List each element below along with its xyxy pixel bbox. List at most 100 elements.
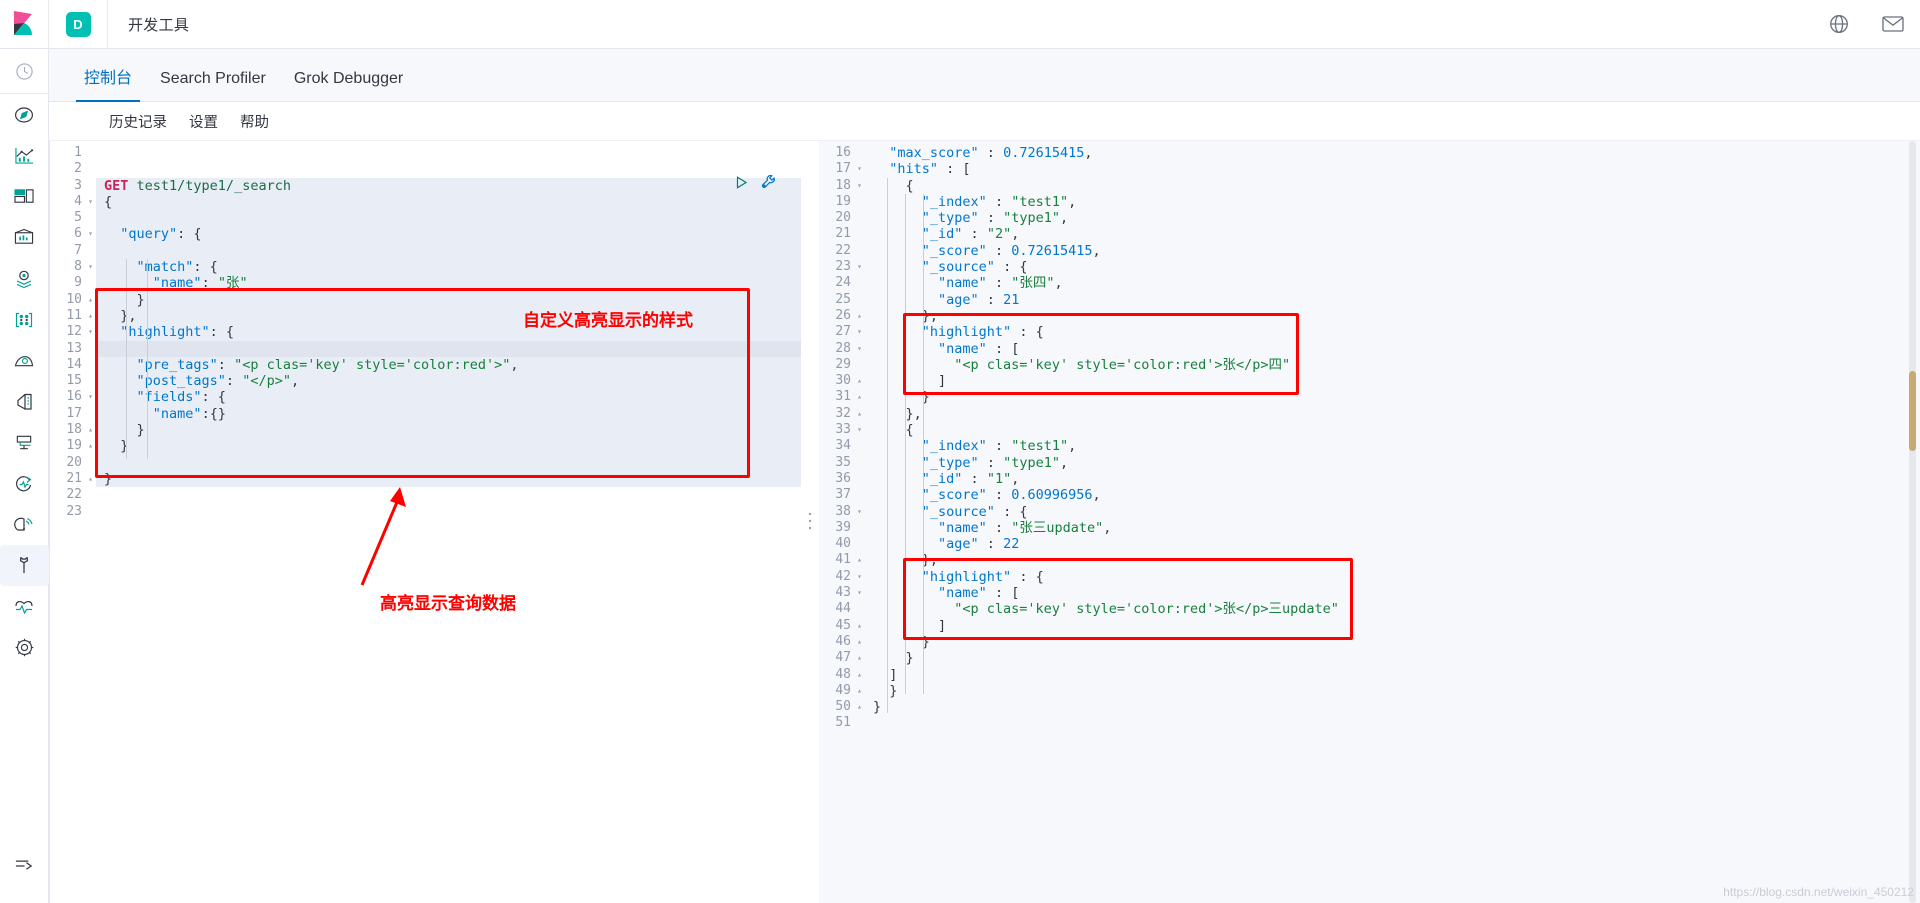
code-line[interactable]: "age" : 22 bbox=[865, 536, 1920, 552]
tab-console[interactable]: 控制台 bbox=[70, 64, 146, 102]
fold-toggle-icon[interactable]: ▾ bbox=[88, 259, 93, 275]
code-line[interactable]: "_id" : "1", bbox=[865, 471, 1920, 487]
fold-toggle-icon[interactable]: ▾ bbox=[857, 422, 862, 438]
sidebar-item-visualize[interactable] bbox=[0, 135, 49, 176]
space-selector[interactable]: D bbox=[49, 0, 108, 49]
code-line[interactable] bbox=[96, 242, 801, 260]
code-line[interactable]: ] bbox=[865, 667, 1920, 683]
kibana-logo-button[interactable] bbox=[0, 0, 49, 49]
fold-toggle-icon[interactable]: ▾ bbox=[857, 504, 862, 520]
code-line[interactable]: ] bbox=[865, 618, 1920, 634]
sidebar-item-discover[interactable] bbox=[0, 94, 49, 135]
code-line[interactable] bbox=[96, 454, 801, 471]
request-code[interactable]: GET test1/type1/_search{ "query": { "mat… bbox=[96, 141, 801, 903]
code-line[interactable] bbox=[96, 504, 801, 520]
subnav-help[interactable]: 帮助 bbox=[240, 111, 269, 132]
code-line[interactable] bbox=[865, 715, 1920, 731]
fold-toggle-icon[interactable]: ▴ bbox=[88, 308, 93, 324]
fold-toggle-icon[interactable]: ▴ bbox=[857, 683, 862, 699]
code-line[interactable]: "name" : "张三update", bbox=[865, 520, 1920, 536]
fold-toggle-icon[interactable]: ▴ bbox=[88, 438, 93, 454]
fold-toggle-icon[interactable]: ▴ bbox=[857, 406, 862, 422]
tab-grok-debugger[interactable]: Grok Debugger bbox=[280, 70, 417, 101]
code-line[interactable]: "name":{} bbox=[96, 405, 801, 423]
sidebar-item-siem[interactable] bbox=[0, 504, 49, 545]
fold-toggle-icon[interactable]: ▴ bbox=[857, 667, 862, 683]
sidebar-item-monitoring[interactable] bbox=[0, 586, 49, 627]
code-line[interactable] bbox=[96, 340, 801, 357]
sidebar-item-maps[interactable] bbox=[0, 258, 49, 299]
sidebar-item-machine-learning[interactable] bbox=[0, 299, 49, 340]
code-line[interactable]: "max_score" : 0.72615415, bbox=[865, 145, 1920, 161]
fold-toggle-icon[interactable]: ▾ bbox=[88, 389, 93, 405]
subnav-settings[interactable]: 设置 bbox=[189, 111, 218, 132]
request-editor[interactable]: 1 2 3 4 ▾ 5 6 ▾ 7 8 ▾ 9 10 ▴ 11 ▴ 12 ▾ 13 14 15 16 ▾ 17 18 ▴ 19 ▴ 20… bbox=[49, 141, 801, 903]
code-line[interactable]: "_index" : "test1", bbox=[865, 194, 1920, 210]
code-line[interactable]: } bbox=[865, 683, 1920, 699]
sidebar-item-apm[interactable] bbox=[0, 422, 49, 463]
sidebar-item-dashboard[interactable] bbox=[0, 176, 49, 217]
response-code[interactable]: "max_score" : 0.72615415, "hits" : [ { "… bbox=[865, 141, 1920, 903]
wrench-icon[interactable] bbox=[761, 174, 777, 195]
code-line[interactable]: "_type" : "type1", bbox=[865, 210, 1920, 226]
fold-toggle-icon[interactable]: ▴ bbox=[857, 618, 862, 634]
code-line[interactable]: "<p clas='key' style='color:red'>张</p>四" bbox=[865, 357, 1920, 373]
fold-toggle-icon[interactable]: ▴ bbox=[88, 422, 93, 438]
fold-toggle-icon[interactable]: ▴ bbox=[857, 308, 862, 324]
code-line[interactable]: "name" : [ bbox=[865, 341, 1920, 357]
code-line[interactable]: "query": { bbox=[96, 226, 801, 243]
code-line[interactable]: GET test1/type1/_search bbox=[96, 177, 801, 194]
code-line[interactable]: }, bbox=[865, 406, 1920, 422]
fold-toggle-icon[interactable]: ▾ bbox=[857, 341, 862, 357]
fold-toggle-icon[interactable]: ▴ bbox=[857, 373, 862, 389]
code-line[interactable] bbox=[96, 487, 801, 503]
code-line[interactable]: "name": "张" bbox=[96, 275, 801, 292]
fold-toggle-icon[interactable]: ▴ bbox=[857, 634, 862, 650]
code-line[interactable]: "_index" : "test1", bbox=[865, 438, 1920, 454]
code-line[interactable]: } bbox=[96, 291, 801, 308]
fold-toggle-icon[interactable]: ▾ bbox=[88, 226, 93, 242]
code-line[interactable] bbox=[96, 210, 801, 227]
fold-toggle-icon[interactable]: ▴ bbox=[88, 292, 93, 308]
fold-toggle-icon[interactable]: ▾ bbox=[857, 585, 862, 601]
code-line[interactable]: "age" : 21 bbox=[865, 292, 1920, 308]
fold-toggle-icon[interactable]: ▾ bbox=[857, 161, 862, 177]
code-line[interactable]: "_type" : "type1", bbox=[865, 455, 1920, 471]
fold-toggle-icon[interactable]: ▴ bbox=[857, 699, 862, 715]
fold-toggle-icon[interactable]: ▾ bbox=[88, 194, 93, 210]
code-line[interactable]: "match": { bbox=[96, 259, 801, 276]
fold-toggle-icon[interactable]: ▴ bbox=[857, 650, 862, 666]
code-line[interactable]: } bbox=[865, 650, 1920, 666]
sidebar-item-infrastructure[interactable] bbox=[0, 340, 49, 381]
play-icon[interactable] bbox=[734, 175, 749, 195]
sidebar-item-uptime[interactable] bbox=[0, 463, 49, 504]
code-line[interactable]: ] bbox=[865, 373, 1920, 389]
code-line[interactable]: "name" : "张四", bbox=[865, 275, 1920, 291]
code-line[interactable]: "_id" : "2", bbox=[865, 226, 1920, 242]
code-line[interactable]: "post_tags": "</p>", bbox=[96, 373, 801, 390]
code-line[interactable]: "name" : [ bbox=[865, 585, 1920, 601]
code-line[interactable]: } bbox=[96, 470, 801, 488]
mail-icon[interactable] bbox=[1866, 0, 1920, 49]
code-line[interactable]: "_source" : { bbox=[865, 259, 1920, 275]
sidebar-item-logs[interactable] bbox=[0, 381, 49, 422]
code-line[interactable]: "_source" : { bbox=[865, 504, 1920, 520]
code-line[interactable]: } bbox=[865, 634, 1920, 650]
sidebar-item-recently-viewed[interactable] bbox=[0, 49, 49, 94]
sidebar-item-canvas[interactable] bbox=[0, 217, 49, 258]
response-viewer[interactable]: 16 17 ▾ 18 ▾ 19 20 21 22 23 ▾ 24 25 26 ▴ 27 ▾ 28 ▾ 29 30 ▴ 31 ▴… bbox=[819, 141, 1920, 903]
code-line[interactable]: "pre_tags": "<p clas='key' style='color:… bbox=[96, 356, 801, 374]
fold-toggle-icon[interactable]: ▴ bbox=[88, 471, 93, 487]
fold-toggle-icon[interactable]: ▾ bbox=[857, 324, 862, 340]
response-scrollbar[interactable] bbox=[1909, 141, 1916, 903]
code-line[interactable] bbox=[96, 145, 801, 161]
code-line[interactable]: } bbox=[865, 389, 1920, 405]
fold-toggle-icon[interactable]: ▾ bbox=[88, 324, 93, 340]
code-line[interactable]: }, bbox=[96, 307, 801, 325]
code-line[interactable]: { bbox=[865, 178, 1920, 194]
code-line[interactable]: { bbox=[865, 422, 1920, 438]
sidebar-item-dev-tools[interactable] bbox=[0, 545, 49, 586]
code-line[interactable] bbox=[96, 161, 801, 177]
code-line[interactable]: "highlight" : { bbox=[865, 324, 1920, 340]
tab-search-profiler[interactable]: Search Profiler bbox=[146, 70, 280, 101]
